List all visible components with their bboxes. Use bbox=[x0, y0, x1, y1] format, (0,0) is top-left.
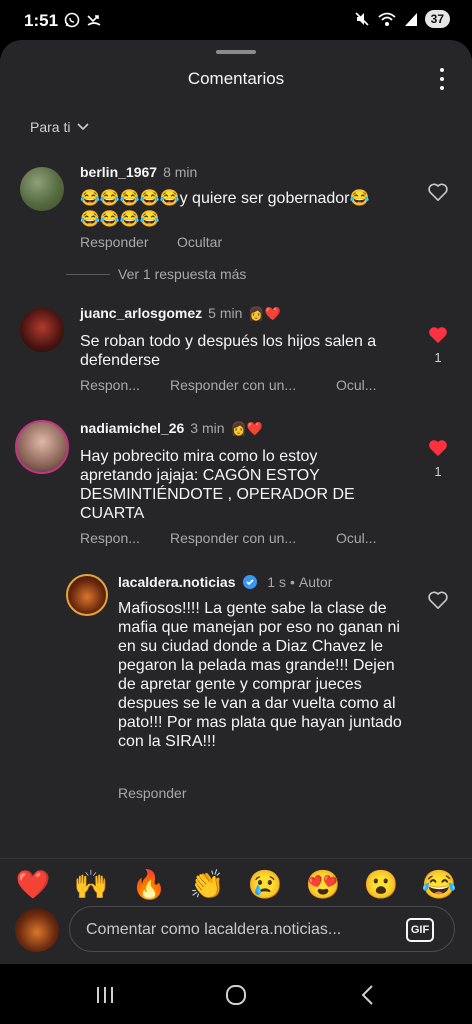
signal-icon bbox=[404, 13, 417, 26]
separator-dot: • bbox=[289, 574, 295, 590]
emoji-fire[interactable]: 🔥 bbox=[132, 868, 167, 901]
view-replies-link[interactable]: Ver 1 respuesta más bbox=[66, 266, 246, 282]
comment-header: berlin_1967 8 min bbox=[80, 164, 197, 180]
comment-text: Mafiosos!!!! La gente sabe la clase de m… bbox=[118, 600, 402, 750]
like-count: 1 bbox=[434, 350, 442, 365]
like-count: 1 bbox=[434, 464, 442, 479]
reply-button[interactable]: Respon... bbox=[80, 530, 140, 546]
comment-header: lacaldera.noticias 1 s • Autor bbox=[118, 574, 332, 590]
comment-username[interactable]: lacaldera.noticias bbox=[118, 574, 236, 590]
home-icon[interactable] bbox=[224, 984, 248, 1006]
sort-selector[interactable]: Para ti bbox=[30, 119, 90, 135]
comments-sheet: Comentarios Para ti berlin_1967 8 min 😂😂😂… bbox=[0, 40, 472, 964]
avatar[interactable] bbox=[66, 574, 108, 616]
reply-with-button[interactable]: Responder con un... bbox=[170, 377, 296, 393]
hide-button[interactable]: Ocul... bbox=[336, 530, 376, 546]
comment-badge: 👩‍❤️ bbox=[248, 306, 281, 321]
avatar[interactable] bbox=[15, 420, 69, 474]
comment-badge: 👩‍❤️ bbox=[230, 421, 263, 436]
emoji-raised-hands[interactable]: 🙌 bbox=[74, 868, 109, 901]
sheet-title: Comentarios bbox=[187, 69, 285, 88]
avatar[interactable] bbox=[20, 308, 64, 352]
comment-header: juanc_arlosgomez 5 min 👩‍❤️ bbox=[80, 305, 281, 322]
status-time: 1:51 bbox=[24, 11, 59, 30]
wifi-icon bbox=[378, 12, 396, 26]
comment-text-line: 😂😂😂😂😂y quiere ser gobernador😂 bbox=[80, 190, 370, 207]
emoji-heart-eyes[interactable]: 😍 bbox=[306, 868, 341, 901]
reply-button[interactable]: Responder bbox=[118, 785, 187, 801]
view-replies-label: Ver 1 respuesta más bbox=[118, 266, 247, 282]
hide-button[interactable]: Ocul... bbox=[336, 377, 376, 393]
reply-item: lacaldera.noticias 1 s • Autor Mafiosos!!!… bbox=[0, 574, 472, 804]
emoji-quick-bar: ❤️ 🙌 🔥 👏 😢 😍 😮 😂 bbox=[0, 858, 472, 910]
composer-avatar bbox=[15, 908, 59, 952]
comment-username[interactable]: berlin_1967 bbox=[80, 164, 157, 180]
comment-header: nadiamichel_26 3 min 👩‍❤️ bbox=[80, 420, 263, 437]
comment-item: juanc_arlosgomez 5 min 👩‍❤️ Se roban todo … bbox=[0, 305, 472, 405]
more-options-icon[interactable] bbox=[436, 68, 448, 90]
emoji-crying[interactable]: 😢 bbox=[248, 868, 283, 901]
comment-username[interactable]: juanc_arlosgomez bbox=[80, 305, 202, 321]
comment-time: 3 min bbox=[190, 420, 225, 436]
battery-indicator: 37 bbox=[424, 10, 450, 28]
comment-text-line: 😂😂😂😂 bbox=[80, 211, 160, 228]
heart-filled-icon[interactable] bbox=[427, 325, 449, 345]
back-icon[interactable] bbox=[356, 984, 380, 1006]
verified-badge-icon bbox=[243, 575, 258, 589]
status-right: 37 bbox=[354, 10, 450, 28]
comment-text: Hay pobrecito mira como lo estoy apretan… bbox=[80, 448, 355, 522]
heart-outline-icon[interactable] bbox=[427, 182, 449, 202]
emoji-laughing[interactable]: 😂 bbox=[422, 868, 457, 901]
comment-username[interactable]: nadiamichel_26 bbox=[80, 420, 184, 436]
emoji-clap[interactable]: 👏 bbox=[190, 868, 225, 901]
heart-filled-icon[interactable] bbox=[427, 438, 449, 458]
heart-outline-icon[interactable] bbox=[427, 590, 449, 610]
comment-text: Se roban todo y después los hijos salen … bbox=[80, 333, 377, 369]
comment-text: 😂😂😂😂😂y quiere ser gobernador😂 😂😂😂😂 bbox=[80, 189, 420, 229]
recent-apps-icon[interactable] bbox=[93, 984, 117, 1006]
sort-label: Para ti bbox=[30, 119, 71, 135]
comment-composer[interactable]: GIF bbox=[69, 906, 455, 952]
whatsapp-icon bbox=[64, 12, 80, 28]
chevron-down-icon bbox=[77, 123, 90, 131]
avatar[interactable] bbox=[20, 167, 64, 211]
emoji-surprised[interactable]: 😮 bbox=[364, 868, 399, 901]
comment-time: 8 min bbox=[163, 164, 198, 180]
comment-input[interactable] bbox=[86, 919, 386, 941]
comment-item: berlin_1967 8 min 😂😂😂😂😂y quiere ser gober… bbox=[0, 164, 472, 264]
emoji-heart[interactable]: ❤️ bbox=[16, 868, 51, 901]
drag-handle[interactable] bbox=[216, 50, 256, 54]
missed-call-icon bbox=[87, 15, 101, 26]
comment-item: nadiamichel_26 3 min 👩‍❤️ Hay pobrecito mi… bbox=[0, 420, 472, 550]
author-label: Autor bbox=[298, 574, 333, 590]
gif-button[interactable]: GIF bbox=[406, 918, 434, 942]
hide-button[interactable]: Ocultar bbox=[177, 234, 222, 250]
comment-time: 1 s bbox=[267, 574, 286, 590]
status-bar: 1:51 37 bbox=[0, 0, 472, 40]
reply-button[interactable]: Responder bbox=[80, 234, 149, 250]
reply-button[interactable]: Respon... bbox=[80, 377, 140, 393]
reply-with-button[interactable]: Responder con un... bbox=[170, 530, 296, 546]
system-nav-bar bbox=[0, 964, 472, 1024]
replies-divider bbox=[66, 273, 110, 275]
comment-time: 5 min bbox=[208, 305, 243, 321]
mute-icon bbox=[355, 12, 369, 26]
